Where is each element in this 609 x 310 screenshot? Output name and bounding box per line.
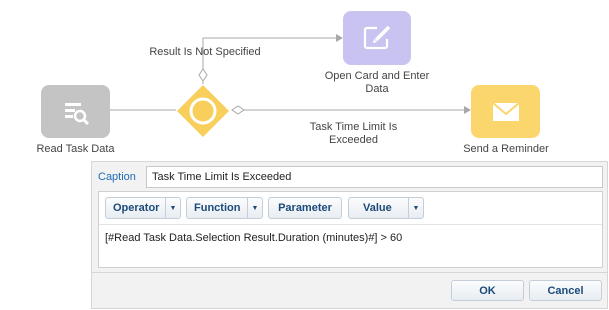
open-card-node[interactable] bbox=[343, 11, 411, 65]
envelope-icon bbox=[491, 101, 520, 121]
read-task-data-node[interactable] bbox=[41, 85, 110, 138]
ok-button[interactable]: OK bbox=[451, 280, 524, 301]
parameter-label: Parameter bbox=[278, 202, 332, 214]
flow-label-not-specified[interactable]: Result Is Not Specified bbox=[140, 46, 270, 59]
value-dropdown-button[interactable]: Value ▼ bbox=[348, 197, 424, 219]
function-dropdown-button[interactable]: Function ▼ bbox=[186, 197, 263, 219]
toolbar-divider bbox=[99, 224, 602, 225]
condition-editor: Operator ▼ Function ▼ Parameter Value ▼ … bbox=[98, 191, 603, 268]
condition-expression[interactable]: [#Read Task Data.Selection Result.Durati… bbox=[105, 232, 402, 244]
flow-connectors bbox=[110, 34, 471, 115]
arrowhead-reminder bbox=[464, 106, 471, 114]
cancel-button[interactable]: Cancel bbox=[529, 280, 602, 301]
read-task-data-label: Read Task Data bbox=[36, 143, 115, 155]
condition-editor-panel: Caption Task Time Limit Is Exceeded Oper… bbox=[91, 161, 608, 309]
exclusive-gateway[interactable] bbox=[176, 84, 230, 138]
chevron-down-icon: ▼ bbox=[408, 198, 423, 218]
caption-label: Caption bbox=[98, 171, 136, 183]
flow-origin-diamond bbox=[198, 68, 208, 82]
read-data-icon bbox=[64, 102, 89, 125]
flow-origin-diamond bbox=[231, 105, 245, 115]
value-label: Value bbox=[363, 202, 392, 214]
caption-input[interactable]: Task Time Limit Is Exceeded bbox=[146, 166, 603, 188]
operator-dropdown-button[interactable]: Operator ▼ bbox=[105, 197, 181, 219]
send-reminder-node[interactable] bbox=[471, 85, 540, 138]
parameter-button[interactable]: Parameter bbox=[268, 197, 342, 219]
operator-label: Operator bbox=[113, 202, 160, 214]
arrowhead-open-card bbox=[336, 34, 343, 42]
send-reminder-label: Send a Reminder bbox=[463, 143, 549, 155]
flow-label-time-limit[interactable]: Task Time Limit Is Exceeded bbox=[306, 121, 401, 147]
chevron-down-icon: ▼ bbox=[247, 198, 262, 218]
chevron-down-icon: ▼ bbox=[165, 198, 180, 218]
function-label: Function bbox=[194, 202, 241, 214]
footer-divider bbox=[92, 272, 607, 273]
edit-card-icon bbox=[363, 25, 391, 50]
open-card-label: Open Card and Enter Data bbox=[324, 70, 430, 95]
